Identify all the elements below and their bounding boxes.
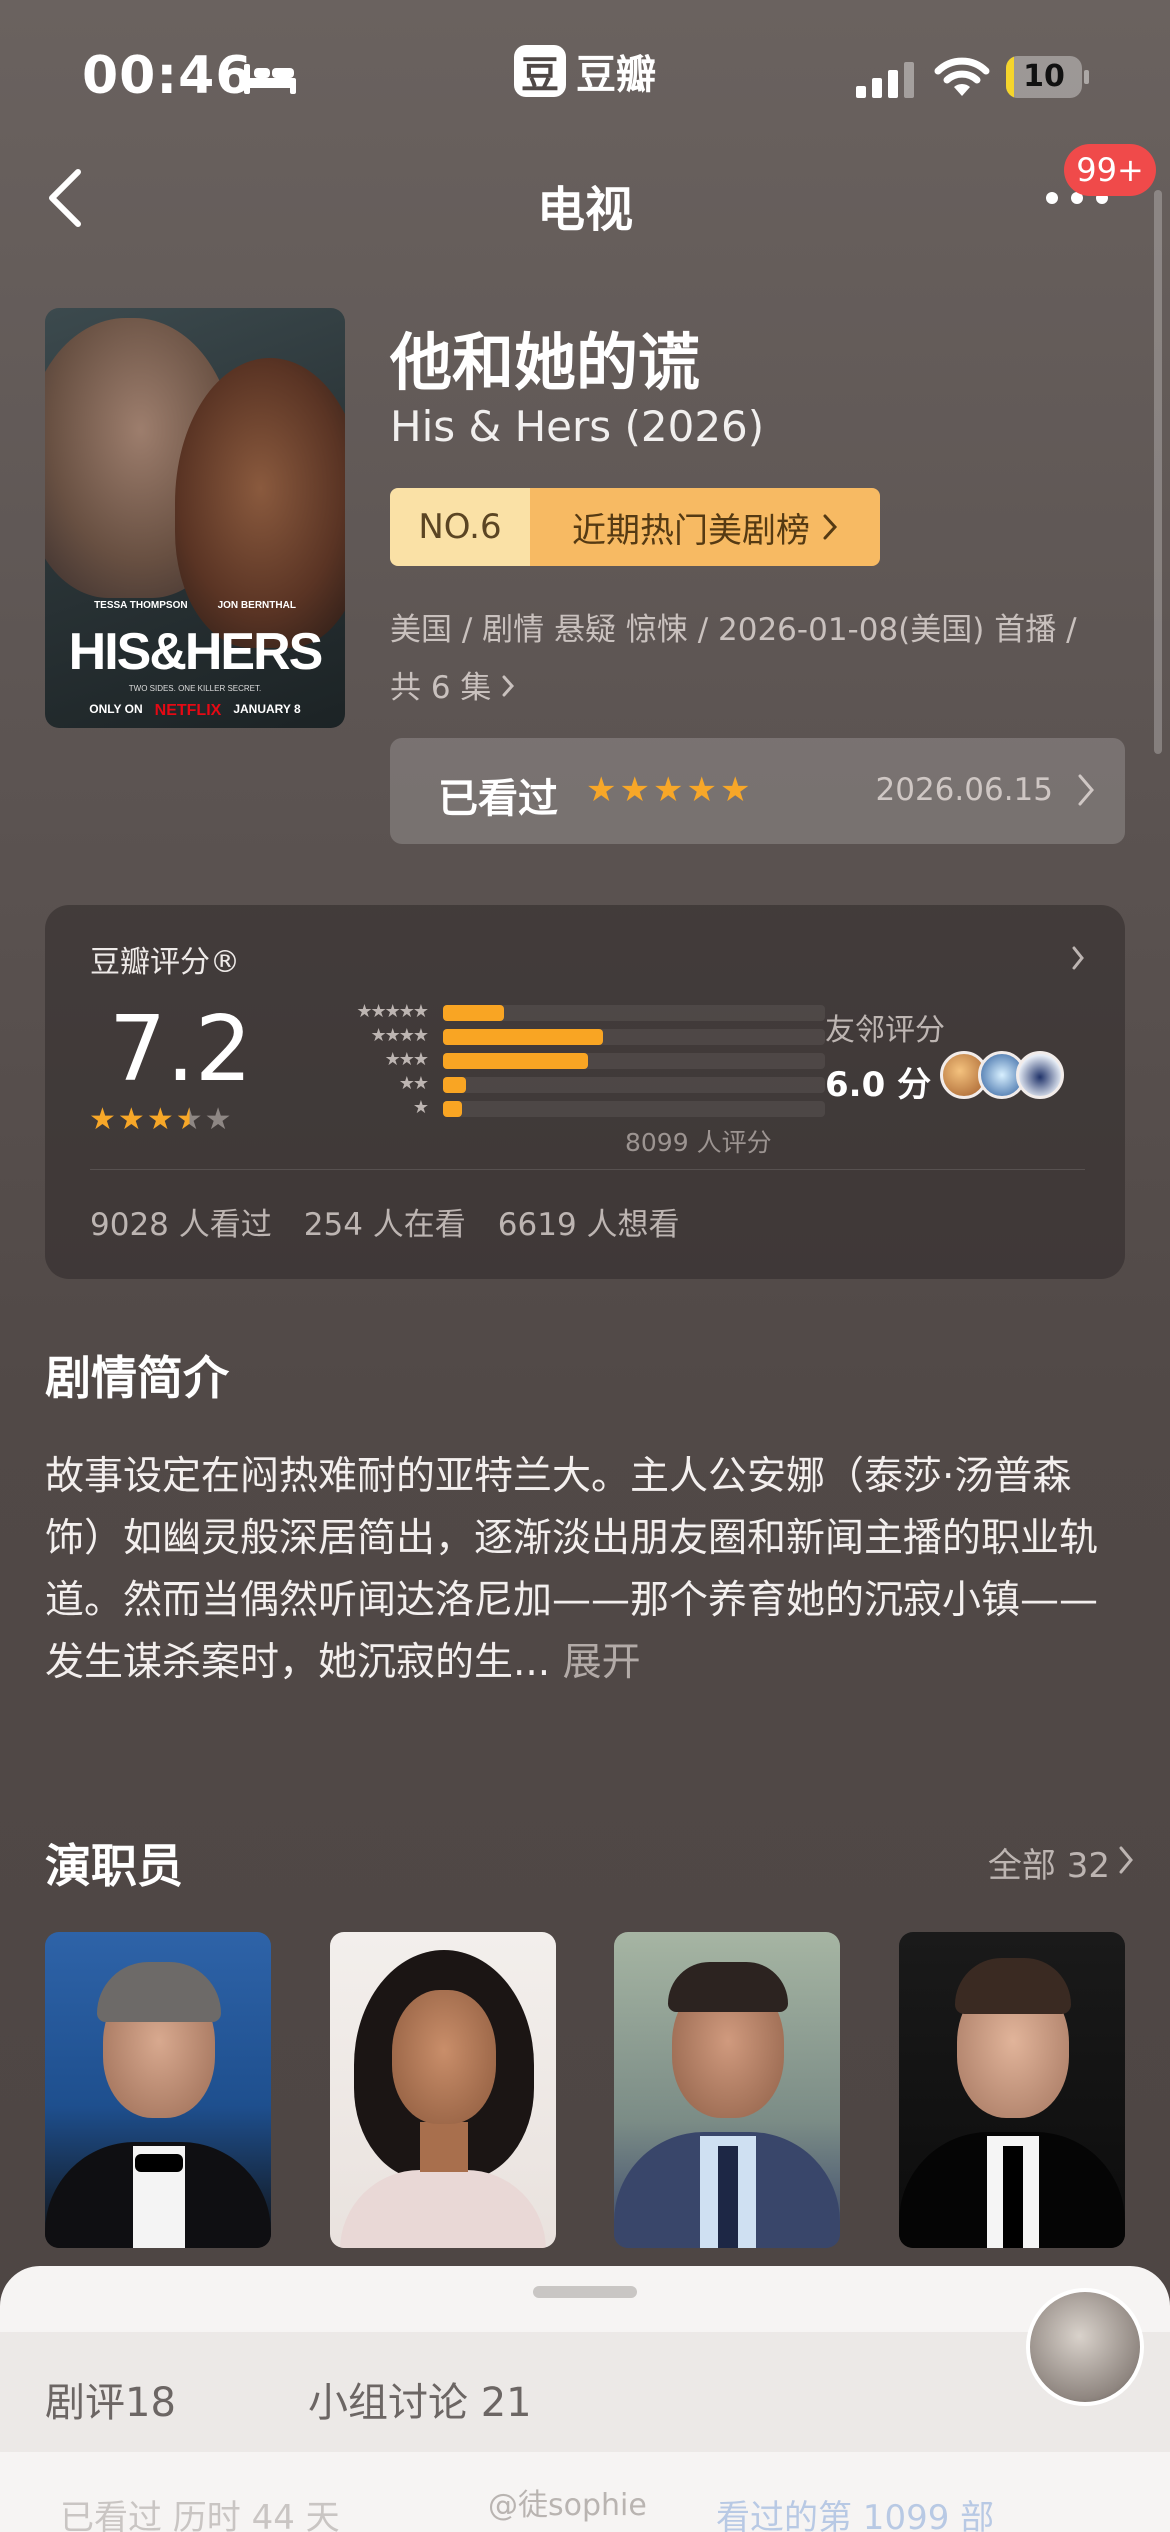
star-icon: ★ <box>175 1102 203 1137</box>
rank-list: 近期热门美剧榜 <box>530 488 880 566</box>
douban-rating-label: 豆瓣评分® <box>90 945 240 980</box>
distribution-track <box>443 1053 825 1069</box>
synopsis-title: 剧情简介 <box>45 1351 229 1405</box>
distribution-track <box>443 1077 825 1093</box>
chevron-right-icon <box>1078 774 1094 806</box>
expand-link[interactable]: 展开 <box>563 1640 641 1685</box>
synopsis-text: 故事设定在闷热难耐的亚特兰大。主人公安娜（泰莎·汤普森 饰）如幽灵般深居简出，逐… <box>45 1446 1125 1694</box>
star-icon: ★ <box>619 770 650 810</box>
episode-count[interactable]: 共 6 集 <box>390 662 515 707</box>
watched-label: 已看过 <box>438 776 558 822</box>
tab-reviews[interactable]: 剧评18 <box>45 2370 176 2428</box>
episode-count-label: 共 6 集 <box>390 670 492 706</box>
poster-date: JANUARY 8 <box>233 702 301 716</box>
show-title-cn: 他和她的谎 <box>390 326 701 399</box>
star-icon: ★ <box>686 770 717 810</box>
battery-icon: 10 <box>1006 56 1090 98</box>
page-title: 电视 <box>536 182 633 238</box>
rating-card[interactable]: 豆瓣评分® 7.2 ★ ★ ★ ★ ★ ★★★★★ ★★★★ ★★★ ★★ ★ 8099 人评分… <box>45 905 1125 1279</box>
star-icon: ★ <box>89 1102 116 1137</box>
cast-title: 演职员 <box>45 1839 183 1893</box>
distribution-bar <box>443 1101 463 1117</box>
rating-score: 7.2 <box>109 997 253 1102</box>
status-time: 00:46 <box>82 46 253 106</box>
app-name: 豆瓣 <box>576 52 656 98</box>
cast-photo[interactable] <box>330 1932 556 2248</box>
cast-all-link[interactable]: 全部 32 <box>988 1838 1110 1887</box>
rank-list-name: 近期热门美剧榜 <box>572 510 810 551</box>
divider <box>90 1169 1085 1170</box>
distribution-stars: ★ <box>412 1097 429 1118</box>
star-icon: ★ <box>586 770 617 810</box>
distribution-bar <box>443 1029 604 1045</box>
cast-photo[interactable] <box>899 1932 1125 2248</box>
my-rating-stars: ★ ★ ★ ★ ★ <box>586 770 750 810</box>
douban-logo-icon: 豆 <box>514 45 566 97</box>
watch-stats: 9028 人看过 254 人在看 6619 人想看 <box>90 1199 680 1244</box>
status-bar: 00:46 豆 豆瓣 10 <box>0 0 1170 150</box>
my-watched-status[interactable]: 已看过 ★ ★ ★ ★ ★ 2026.06.15 <box>390 738 1125 844</box>
rating-count: 8099 人评分 <box>625 1128 772 1157</box>
scrollbar[interactable] <box>1154 190 1162 754</box>
bed-icon <box>244 64 296 94</box>
distribution-bar <box>443 1005 505 1021</box>
friend-rating-label: 友邻评分 <box>825 1013 945 1048</box>
want-count[interactable]: 6619 人想看 <box>498 1199 680 1244</box>
poster-tagline: TWO SIDES. ONE KILLER SECRET. <box>128 684 262 693</box>
watch-duration: 已看过 历时 44 天 <box>60 2498 340 2532</box>
watching-count[interactable]: 254 人在看 <box>304 1199 466 1244</box>
friend-rating-score: 6.0 分 <box>825 1065 932 1105</box>
cast-photo[interactable] <box>614 1932 840 2248</box>
star-icon: ★ <box>204 1102 232 1137</box>
poster-actor2: JON BERNTHAL <box>217 600 296 611</box>
battery-percent: 10 <box>1023 59 1065 94</box>
rank-tag[interactable]: NO.6 近期热门美剧榜 <box>390 488 880 566</box>
poster-actor-names: TESSA THOMPSON JON BERNTHAL <box>45 600 345 611</box>
poster-only-on: ONLY ON <box>89 702 143 716</box>
tab-group-discussion[interactable]: 小组讨论 21 <box>308 2370 532 2428</box>
distribution-stars: ★★★★★ <box>356 1001 429 1022</box>
show-poster[interactable]: TESSA THOMPSON JON BERNTHAL HIS&HERS TWO… <box>45 308 345 728</box>
distribution-bar <box>443 1053 589 1069</box>
sheet-handle[interactable] <box>533 2286 637 2298</box>
star-icon: ★ <box>719 770 751 810</box>
chevron-right-icon <box>1119 1846 1133 1874</box>
poster-footer: ONLY ON NETFLIX JANUARY 8 <box>45 702 345 720</box>
distribution-stars: ★★ <box>398 1073 429 1094</box>
avatar <box>1016 1051 1064 1099</box>
avatar[interactable] <box>1026 2288 1144 2406</box>
show-title-en: His & Hers (2026) <box>390 402 765 451</box>
app-indicator: 豆 豆瓣 <box>514 42 656 100</box>
wifi-icon <box>934 57 990 96</box>
watched-date: 2026.06.15 <box>875 772 1054 808</box>
notification-badge[interactable]: 99+ <box>1064 144 1156 196</box>
chevron-right-icon <box>502 675 515 697</box>
chevron-right-icon <box>823 514 838 540</box>
star-icon: ★ <box>652 770 684 810</box>
cast-photo[interactable] <box>45 1932 271 2248</box>
friend-avatars[interactable] <box>940 1051 1064 1099</box>
chevron-right-icon[interactable] <box>1071 945 1085 971</box>
show-meta: 美国 / 剧情 悬疑 惊悚 / 2026-01-08(美国) 首播 / <box>390 612 1077 648</box>
watched-count[interactable]: 9028 人看过 <box>90 1199 272 1244</box>
poster-title: HIS&HERS <box>68 623 324 681</box>
bottom-sheet[interactable]: 剧评18 小组讨论 21 已看过 历时 44 天 @徒sophie 看过的第 1… <box>0 2266 1170 2532</box>
distribution-track <box>443 1101 825 1117</box>
distribution-stars: ★★★★ <box>370 1025 429 1046</box>
sheet-tabs: 剧评18 小组讨论 21 <box>0 2332 1170 2452</box>
rank-number: NO.6 <box>390 488 530 566</box>
distribution-track <box>443 1005 825 1021</box>
distribution-track <box>443 1029 825 1045</box>
star-icon: ★ <box>146 1102 174 1137</box>
weibo-watermark: @徒sophie <box>488 2488 647 2523</box>
star-icon: ★ <box>117 1102 145 1137</box>
rating-stars: ★ ★ ★ ★ ★ <box>89 1103 232 1137</box>
watch-rank[interactable]: 看过的第 1099 部 <box>716 2490 994 2532</box>
distribution-stars: ★★★ <box>384 1049 429 1070</box>
cellular-signal-icon <box>856 62 914 98</box>
netflix-logo: NETFLIX <box>154 702 222 719</box>
distribution-bar <box>443 1077 466 1093</box>
poster-actor1: TESSA THOMPSON <box>94 600 188 611</box>
